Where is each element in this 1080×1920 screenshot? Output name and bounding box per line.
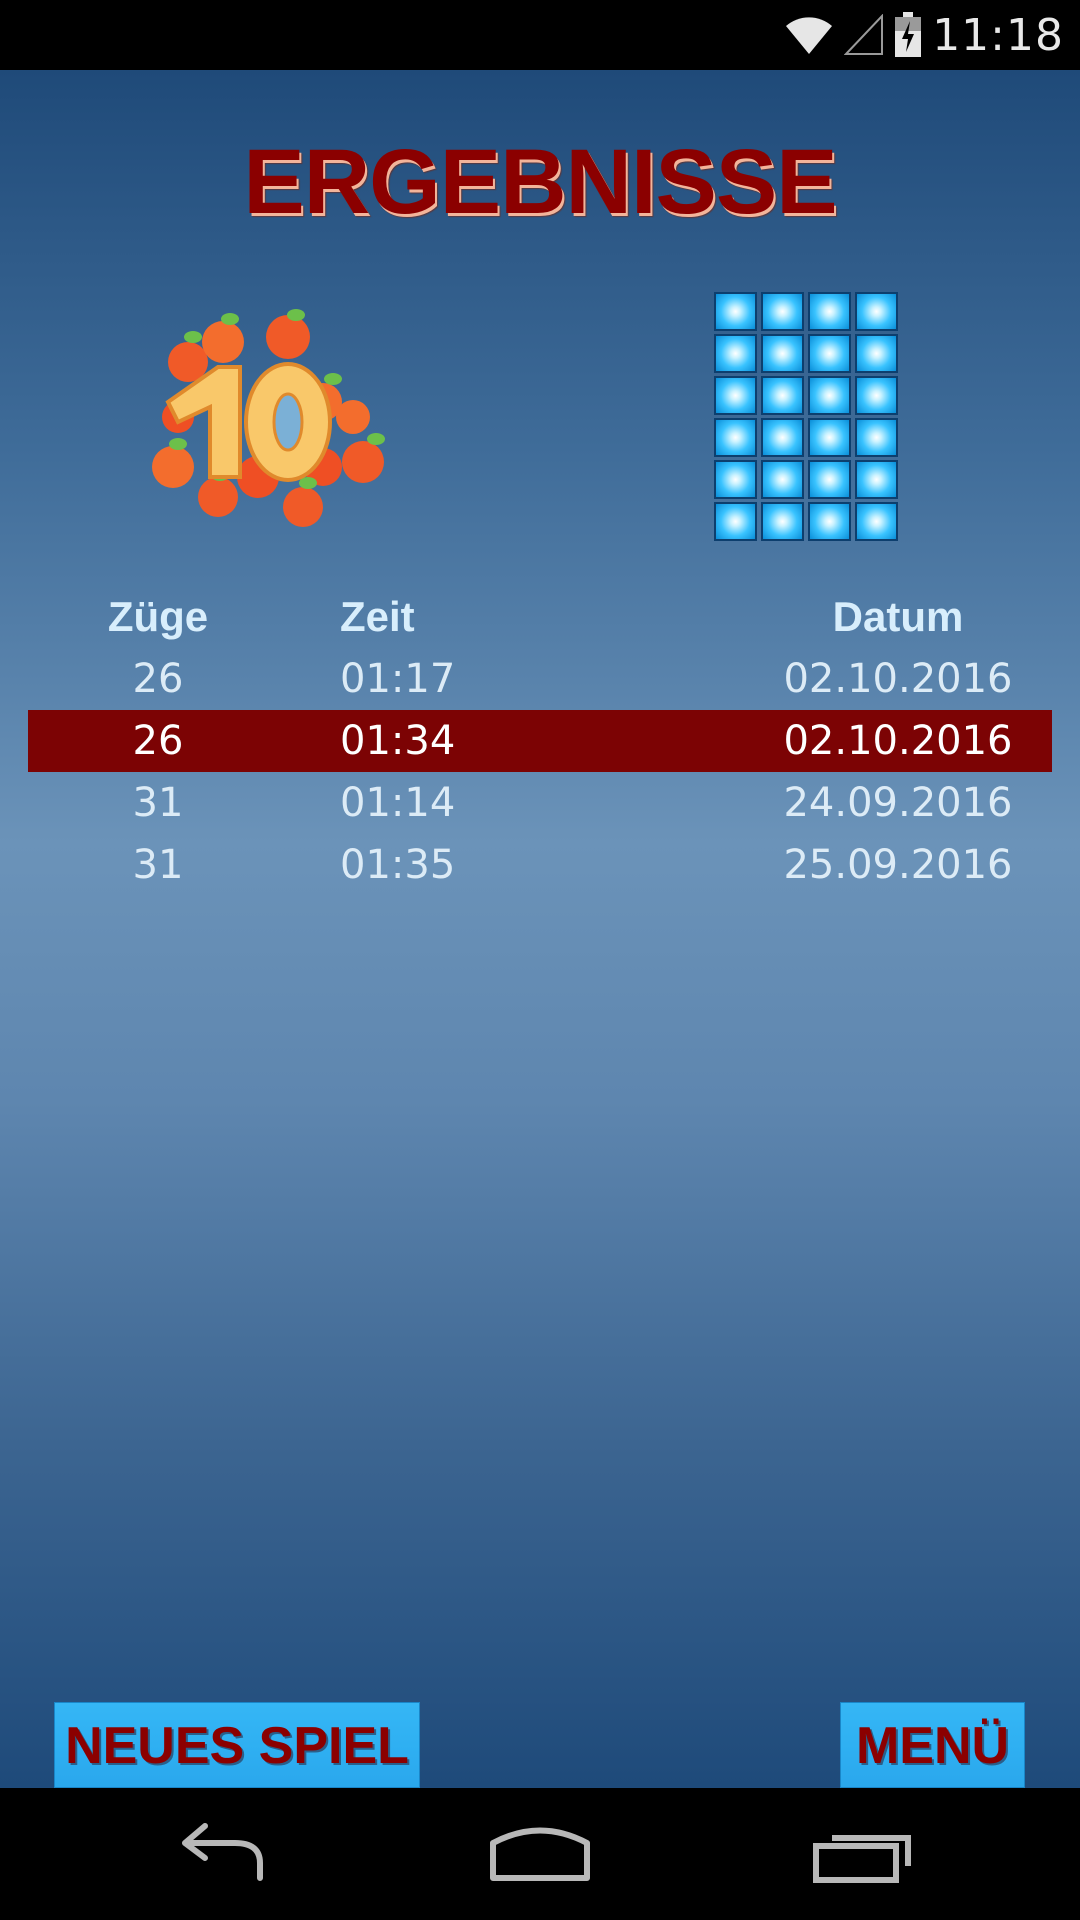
grid-cell — [855, 460, 898, 499]
header-date: Datum — [832, 593, 964, 640]
grid-size-icon — [714, 292, 898, 541]
grid-cell — [808, 292, 851, 331]
header-moves: Züge — [107, 593, 209, 640]
grid-cell — [855, 418, 898, 457]
row-time: 01:17 — [340, 656, 456, 702]
grid-cell — [714, 502, 757, 541]
row-moves: 31 — [132, 842, 184, 888]
grid-cell — [761, 334, 804, 373]
grid-cell — [714, 334, 757, 373]
grid-cell — [855, 376, 898, 415]
back-icon[interactable] — [165, 1818, 275, 1888]
status-time: 11:18 — [932, 9, 1064, 61]
row-moves: 31 — [132, 780, 184, 826]
row-time: 01:14 — [340, 780, 456, 826]
grid-cell — [761, 418, 804, 457]
row-moves: 26 — [132, 656, 184, 702]
status-icons: 11:18 — [784, 0, 1064, 70]
row-date: 02.10.2016 — [783, 656, 1013, 702]
wifi-icon — [786, 17, 833, 54]
recent-apps-icon[interactable] — [808, 1818, 918, 1888]
grid-cell — [714, 418, 757, 457]
grid-cell — [808, 460, 851, 499]
grid-cell — [714, 292, 757, 331]
navigation-bar — [0, 1788, 1080, 1920]
grid-cell — [808, 376, 851, 415]
row-time: 01:34 — [340, 718, 456, 764]
grid-cell — [761, 376, 804, 415]
table-row-highlighted: 26 01:34 02.10.2016 — [28, 710, 1052, 772]
battery-charging-icon — [895, 12, 922, 57]
grid-cell — [808, 418, 851, 457]
header-time: Zeit — [340, 593, 415, 640]
table-row: 26 01:17 02.10.2016 — [28, 648, 1052, 710]
table-row: 31 01:35 25.09.2016 — [28, 834, 1052, 896]
grid-cell — [855, 334, 898, 373]
page-title: ERGEBNISSE — [243, 131, 837, 233]
results-header: Züge Zeit Datum — [28, 586, 1052, 648]
grid-cell — [714, 376, 757, 415]
apples-ten-logo: 10 — [148, 307, 385, 527]
menu-button[interactable]: MENÜ — [840, 1702, 1025, 1788]
row-date: 02.10.2016 — [783, 718, 1013, 764]
logo-label: 10 — [148, 307, 166, 311]
grid-cell — [808, 334, 851, 373]
row-date: 25.09.2016 — [783, 842, 1013, 888]
new-game-button[interactable]: NEUES SPIEL — [54, 1702, 420, 1788]
row-time: 01:35 — [340, 842, 456, 888]
grid-cell — [761, 292, 804, 331]
signal-icon — [844, 14, 884, 55]
results-screen: ERGEBNISSE 10 Züge Zeit Datum 26 01:17 — [0, 70, 1080, 1788]
grid-cell — [714, 460, 757, 499]
grid-cell — [761, 460, 804, 499]
table-row: 31 01:14 24.09.2016 — [28, 772, 1052, 834]
grid-cell — [855, 502, 898, 541]
row-moves: 26 — [132, 718, 184, 764]
grid-cell — [761, 502, 804, 541]
grid-cell — [808, 502, 851, 541]
grid-cell — [855, 292, 898, 331]
home-icon[interactable] — [485, 1818, 595, 1888]
status-bar: 11:18 — [0, 0, 1080, 70]
row-date: 24.09.2016 — [783, 780, 1013, 826]
